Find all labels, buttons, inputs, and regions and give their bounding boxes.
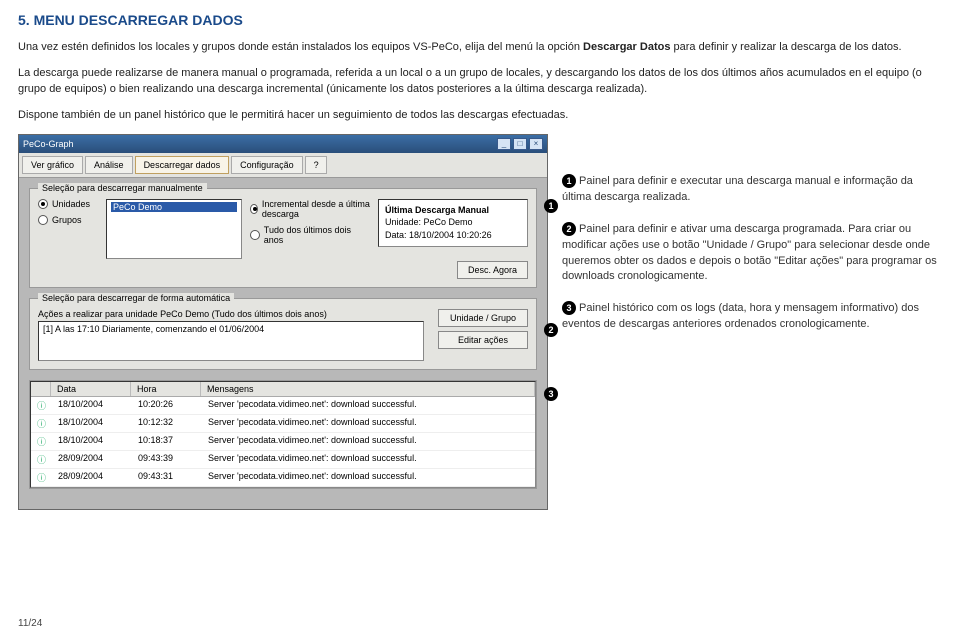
col-icon	[31, 382, 51, 396]
window-titlebar: PeCo-Graph _ □ ×	[19, 135, 547, 153]
callout-badge: 1	[562, 174, 576, 188]
text: Una vez estén definidos los locales y gr…	[18, 41, 583, 53]
window-title: PeCo-Graph	[23, 139, 74, 149]
minimize-icon[interactable]: _	[497, 138, 511, 150]
callout-text-3: 3 Painel histórico com os logs (data, ho…	[562, 301, 942, 333]
last-download-info: Última Descarga Manual Unidade: PeCo Dem…	[378, 199, 528, 247]
panel-history: Data Hora Mensagens ⓘ 18/10/2004 10:20:2…	[29, 380, 537, 489]
info-unit: Unidade: PeCo Demo	[385, 216, 521, 229]
callout-text-2: 2 Painel para definir e ativar uma desca…	[562, 222, 942, 286]
callout-text-1: 1 Painel para definir e executar una des…	[562, 174, 942, 206]
info-title: Última Descarga Manual	[385, 204, 521, 217]
page-number: 11/24	[18, 618, 42, 629]
page-title: 5. MENU DESCARREGAR DADOS	[18, 12, 942, 28]
cell-date: 18/10/2004	[52, 397, 132, 414]
info-icon: ⓘ	[31, 469, 52, 486]
tab-descarregar-dados[interactable]: Descarregar dados	[135, 156, 230, 174]
download-now-button[interactable]: Desc. Agora	[457, 261, 528, 279]
radio-label: Tudo dos últimos dois anos	[264, 225, 370, 245]
callout-marker-1: 1	[544, 199, 558, 213]
list-item[interactable]: PeCo Demo	[111, 202, 237, 212]
help-button[interactable]: ?	[305, 156, 327, 174]
info-icon: ⓘ	[31, 415, 52, 432]
col-time: Hora	[131, 382, 201, 396]
radio-incremental[interactable]: Incremental desde a última descarga	[250, 199, 370, 219]
tab-analise[interactable]: Análise	[85, 156, 133, 174]
panel-auto-download: Seleção para descarregar de forma automá…	[29, 298, 537, 370]
intro-paragraph-2: La descarga puede realizarse de manera m…	[18, 66, 942, 98]
radio-label: Grupos	[52, 215, 82, 225]
col-date: Data	[51, 382, 131, 396]
table-row: ⓘ 18/10/2004 10:20:26 Server 'pecodata.v…	[31, 397, 535, 415]
radio-grupos[interactable]: Grupos	[38, 215, 98, 225]
cell-msg: Server 'pecodata.vidimeo.net': download …	[202, 415, 535, 432]
table-row: ⓘ 28/09/2004 09:43:31 Server 'pecodata.v…	[31, 469, 535, 487]
radio-label: Unidades	[52, 199, 90, 209]
cell-date: 28/09/2004	[52, 469, 132, 486]
radio-icon	[38, 199, 48, 209]
cell-date: 18/10/2004	[52, 415, 132, 432]
radio-unidades[interactable]: Unidades	[38, 199, 98, 209]
cell-time: 09:43:31	[132, 469, 202, 486]
cell-msg: Server 'pecodata.vidimeo.net': download …	[202, 397, 535, 414]
unit-group-button[interactable]: Unidade / Grupo	[438, 309, 528, 327]
panel-manual-download: Seleção para descarregar manualmente Uni…	[29, 188, 537, 288]
tab-configuracao[interactable]: Configuração	[231, 156, 303, 174]
info-date: Data: 18/10/2004 10:20:26	[385, 229, 521, 242]
info-icon: ⓘ	[31, 397, 52, 414]
cell-time: 10:18:37	[132, 433, 202, 450]
cell-time: 10:20:26	[132, 397, 202, 414]
radio-icon	[250, 204, 258, 214]
panel-header: Seleção para descarregar manualmente	[38, 183, 207, 193]
table-row: ⓘ 18/10/2004 10:12:32 Server 'pecodata.v…	[31, 415, 535, 433]
callout-marker-3: 3	[544, 387, 558, 401]
panel-header: Seleção para descarregar de forma automá…	[38, 293, 234, 303]
text: Painel para definir e ativar uma descarg…	[562, 223, 937, 283]
close-icon[interactable]: ×	[529, 138, 543, 150]
col-message: Mensagens	[201, 382, 535, 396]
text: Painel para definir e executar una desca…	[562, 175, 913, 203]
cell-time: 09:43:39	[132, 451, 202, 468]
info-icon: ⓘ	[31, 451, 52, 468]
radio-tudo[interactable]: Tudo dos últimos dois anos	[250, 225, 370, 245]
callout-badge: 2	[562, 222, 576, 236]
maximize-icon[interactable]: □	[513, 138, 527, 150]
cell-msg: Server 'pecodata.vidimeo.net': download …	[202, 433, 535, 450]
radio-icon	[38, 215, 48, 225]
list-item[interactable]: [1] A las 17:10 Diariamente, comenzando …	[43, 324, 419, 334]
callout-badge: 3	[562, 301, 576, 315]
unit-listbox[interactable]: PeCo Demo	[106, 199, 242, 259]
radio-label: Incremental desde a última descarga	[262, 199, 370, 219]
history-table: Data Hora Mensagens ⓘ 18/10/2004 10:20:2…	[30, 381, 536, 488]
cell-msg: Server 'pecodata.vidimeo.net': download …	[202, 469, 535, 486]
cell-msg: Server 'pecodata.vidimeo.net': download …	[202, 451, 535, 468]
tab-ver-grafico[interactable]: Ver gráfico	[22, 156, 83, 174]
radio-icon	[250, 230, 260, 240]
intro-paragraph-3: Dispone también de un panel histórico qu…	[18, 108, 942, 124]
bold-term: Descargar Datos	[583, 41, 670, 53]
cell-date: 28/09/2004	[52, 451, 132, 468]
actions-subtitle: Ações a realizar para unidade PeCo Demo …	[38, 309, 424, 319]
callout-marker-2: 2	[544, 323, 558, 337]
info-icon: ⓘ	[31, 433, 52, 450]
cell-time: 10:12:32	[132, 415, 202, 432]
edit-actions-button[interactable]: Editar ações	[438, 331, 528, 349]
toolbar: Ver gráfico Análise Descarregar dados Co…	[19, 153, 547, 178]
actions-list[interactable]: [1] A las 17:10 Diariamente, comenzando …	[38, 321, 424, 361]
table-row: ⓘ 18/10/2004 10:18:37 Server 'pecodata.v…	[31, 433, 535, 451]
text: para definir y realizar la descarga de l…	[670, 41, 901, 53]
text: Painel histórico com os logs (data, hora…	[562, 302, 919, 330]
app-window: PeCo-Graph _ □ × Ver gráfico Análise Des…	[18, 134, 548, 510]
intro-paragraph-1: Una vez estén definidos los locales y gr…	[18, 40, 942, 56]
cell-date: 18/10/2004	[52, 433, 132, 450]
table-row: ⓘ 28/09/2004 09:43:39 Server 'pecodata.v…	[31, 451, 535, 469]
